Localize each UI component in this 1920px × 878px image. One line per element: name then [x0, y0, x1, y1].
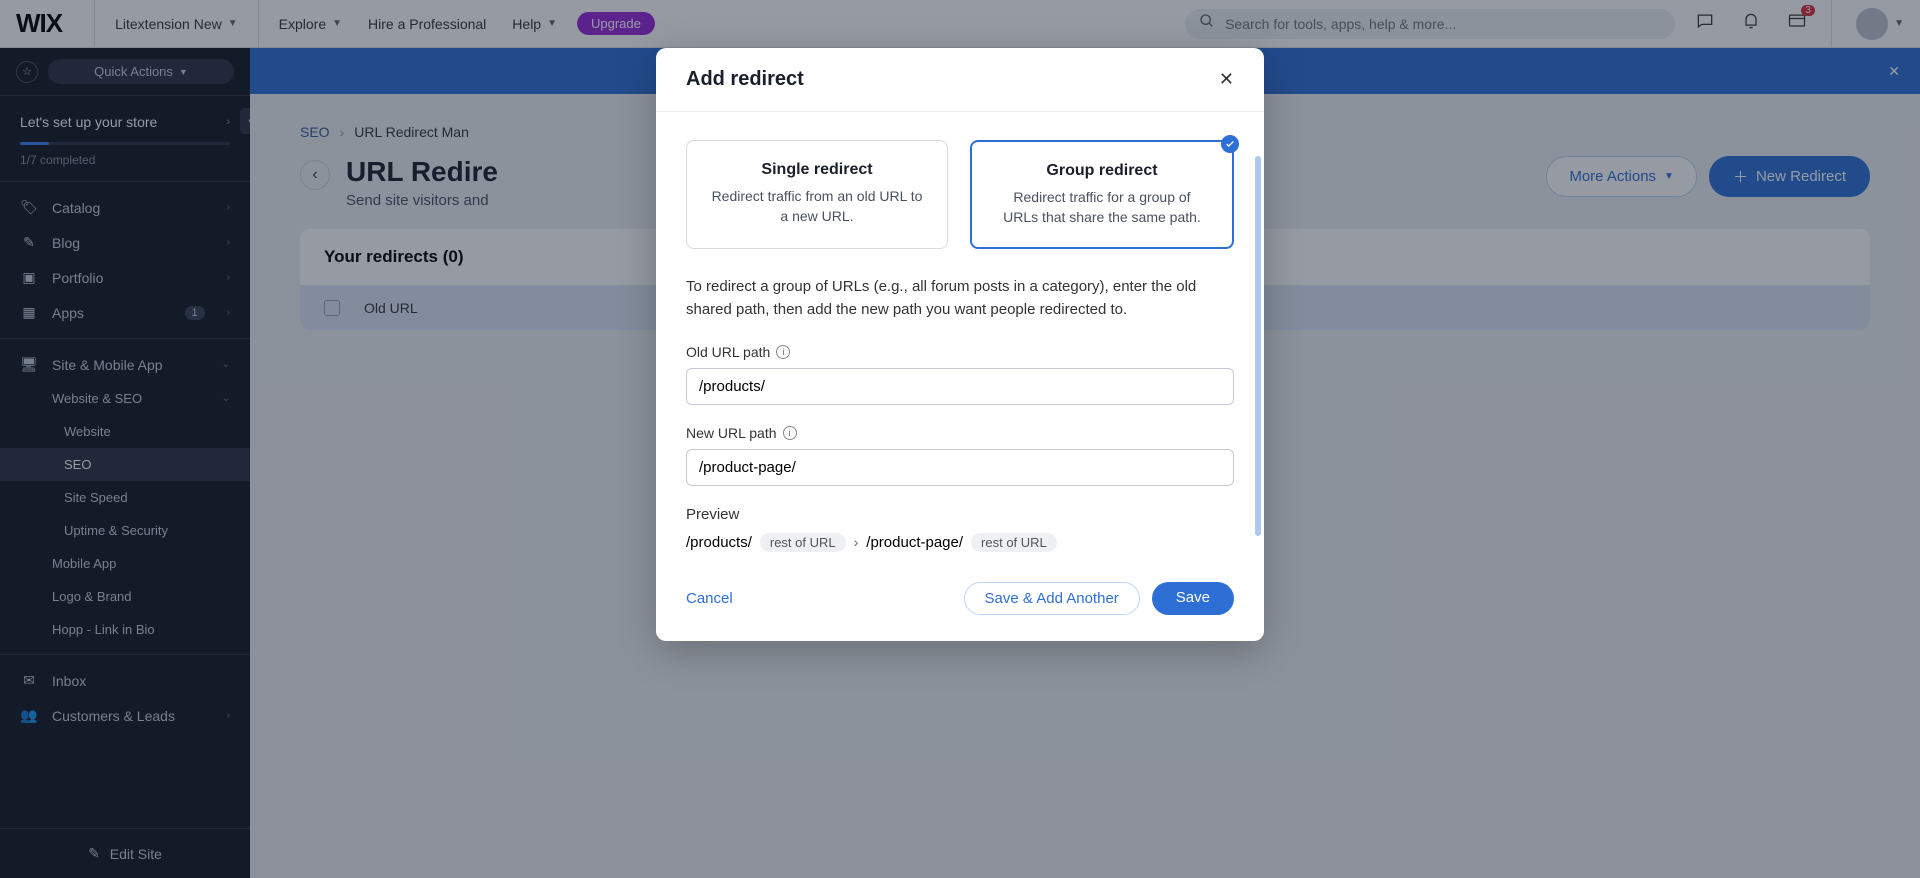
- group-redirect-card[interactable]: Group redirect Redirect traffic for a gr…: [970, 140, 1234, 249]
- single-redirect-card[interactable]: Single redirect Redirect traffic from an…: [686, 140, 948, 249]
- cancel-button[interactable]: Cancel: [686, 590, 733, 607]
- modal-scrollbar[interactable]: [1255, 156, 1261, 536]
- preview-new-rest-tag: rest of URL: [971, 533, 1057, 552]
- add-redirect-modal: Add redirect ✕ Single redirect Redirect …: [656, 48, 1264, 641]
- check-icon: [1221, 135, 1239, 153]
- info-icon[interactable]: i: [776, 345, 790, 359]
- preview-old-rest-tag: rest of URL: [760, 533, 846, 552]
- info-icon[interactable]: i: [783, 426, 797, 440]
- new-url-label: New URL path: [686, 425, 777, 441]
- card-title: Single redirect: [709, 161, 925, 179]
- save-add-another-button[interactable]: Save & Add Another: [964, 582, 1140, 615]
- preview-new-path: /product-page/: [866, 534, 963, 551]
- card-title: Group redirect: [994, 162, 1210, 180]
- old-url-field: Old URL path i: [686, 344, 1234, 405]
- modal-body: Single redirect Redirect traffic from an…: [656, 112, 1264, 562]
- modal-overlay: Add redirect ✕ Single redirect Redirect …: [0, 0, 1920, 878]
- preview-label: Preview: [686, 506, 1234, 523]
- save-button[interactable]: Save: [1152, 582, 1234, 615]
- close-icon[interactable]: ✕: [1219, 69, 1234, 90]
- new-url-field: New URL path i: [686, 425, 1234, 486]
- modal-title: Add redirect: [686, 68, 804, 91]
- preview-old-path: /products/: [686, 534, 752, 551]
- modal-footer: Cancel Save & Add Another Save: [656, 562, 1264, 641]
- modal-header: Add redirect ✕: [656, 48, 1264, 112]
- card-desc: Redirect traffic for a group of URLs tha…: [994, 188, 1210, 227]
- card-desc: Redirect traffic from an old URL to a ne…: [709, 187, 925, 226]
- new-url-input[interactable]: [686, 449, 1234, 486]
- old-url-input[interactable]: [686, 368, 1234, 405]
- arrow-right-icon: ›: [854, 534, 859, 550]
- old-url-label: Old URL path: [686, 344, 770, 360]
- preview-line: /products/ rest of URL › /product-page/ …: [686, 533, 1234, 552]
- modal-description: To redirect a group of URLs (e.g., all f…: [686, 275, 1234, 322]
- redirect-type-cards: Single redirect Redirect traffic from an…: [686, 140, 1234, 249]
